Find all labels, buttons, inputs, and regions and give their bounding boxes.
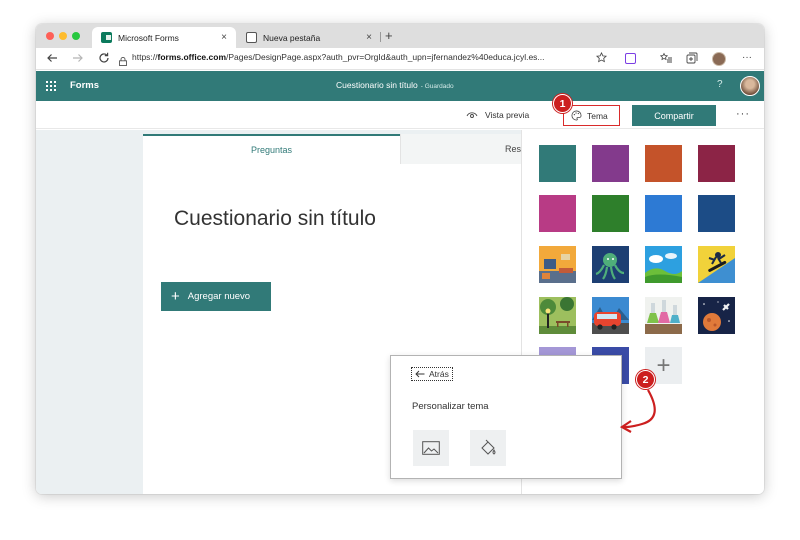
theme-swatch-interior[interactable] [539,246,576,283]
favorite-star-icon[interactable] [595,51,608,67]
page-favicon-icon [246,32,257,43]
theme-swatch-park[interactable] [539,297,576,334]
theme-swatch-color[interactable] [539,195,576,232]
reload-icon[interactable] [98,52,110,66]
step-badge-1: 1 [553,94,572,113]
forms-brand[interactable]: Forms [70,80,99,91]
theme-label: Tema [587,110,608,121]
share-button[interactable]: Compartir [632,105,716,126]
theme-swatch-bus[interactable] [592,297,629,334]
url-prefix: https:// [132,52,158,62]
upload-image-button[interactable] [413,430,449,466]
background-color-button[interactable] [470,430,506,466]
tab-title: Microsoft Forms [118,32,179,43]
theme-swatch-color[interactable] [698,195,735,232]
tab-title: Nueva pestaña [263,32,321,43]
tab-questions[interactable]: Preguntas [143,134,400,164]
theme-button[interactable]: Tema [563,105,620,126]
tab-responses[interactable]: Respuestas [400,134,521,164]
preview-button[interactable]: Vista previa [466,110,529,120]
theme-swatch-color[interactable] [645,145,682,182]
tab-close-icon[interactable]: × [366,32,372,43]
save-status: - Guardado [420,83,454,90]
form-title[interactable]: Cuestionario sin título [174,207,376,231]
theme-swatch-color[interactable] [592,195,629,232]
theme-swatch-color[interactable] [592,145,629,182]
theme-swatch-space[interactable] [698,297,735,334]
new-tab-button[interactable]: + [385,28,393,43]
popup-title: Personalizar tema [412,401,489,412]
favorites-list-icon[interactable] [659,52,672,67]
tab-close-icon[interactable]: × [221,32,227,43]
theme-swatch-lab[interactable] [645,297,682,334]
address-bar[interactable]: https://forms.office.com/Pages/DesignPag… [132,52,545,62]
palette-icon [571,110,582,121]
user-avatar[interactable] [740,76,760,96]
lock-icon [119,53,127,66]
forms-favicon-icon [101,32,112,43]
maximize-window-button[interactable] [72,32,80,40]
forward-arrow-icon[interactable] [72,52,84,66]
forms-app-bar: Forms Cuestionario sin título - Guardado … [36,71,764,101]
tab-microsoft-forms[interactable]: Microsoft Forms × [92,27,236,48]
minimize-window-button[interactable] [59,32,67,40]
image-icon [422,441,440,455]
back-label: Atrás [429,369,449,379]
back-button[interactable]: Atrás [411,367,453,381]
theme-swatch-color[interactable] [698,145,735,182]
url-domain: forms.office.com [157,52,227,62]
customize-theme-popup: Atrás Personalizar tema [390,355,622,479]
browser-profile-avatar[interactable] [712,52,726,66]
add-new-label: Agregar nuevo [187,291,251,302]
document-title: Cuestionario sin título - Guardado [336,80,454,90]
theme-swatch-octopus[interactable] [592,246,629,283]
help-icon[interactable]: ? [717,79,723,90]
screenshot-stage: Microsoft Forms × Nueva pestaña × + http… [0,0,800,540]
tab-separator [380,32,381,42]
close-window-button[interactable] [46,32,54,40]
browser-tab-bar: Microsoft Forms × Nueva pestaña × + [36,24,764,48]
command-bar: Vista previa Tema Compartir ··· [36,101,764,129]
theme-swatch-color[interactable] [539,145,576,182]
eye-icon [466,112,478,118]
theme-swatch-landscape[interactable] [645,246,682,283]
form-tabs: Preguntas Respuestas [143,134,521,164]
preview-label: Vista previa [485,110,530,120]
theme-swatch-snowboard[interactable] [698,246,735,283]
back-arrow-icon [415,370,425,378]
step-badge-2: 2 [636,370,655,389]
back-arrow-icon[interactable] [46,52,58,66]
extension-icon[interactable] [625,53,636,64]
browser-menu-icon[interactable]: ··· [742,52,752,64]
url-path: /Pages/DesignPage.aspx?auth_pvr=OrgId&au… [226,52,545,62]
add-new-button[interactable]: + Agregar nuevo [161,282,271,311]
collections-icon[interactable] [686,52,698,68]
paint-bucket-icon [481,439,496,455]
more-options-icon[interactable]: ··· [736,108,750,120]
plus-icon: + [171,288,180,305]
theme-swatch-color[interactable] [645,195,682,232]
document-title-text: Cuestionario sin título [336,80,418,90]
tab-new-tab[interactable]: Nueva pestaña × [237,27,381,48]
app-launcher-icon[interactable] [46,81,56,91]
browser-toolbar: https://forms.office.com/Pages/DesignPag… [36,48,764,70]
